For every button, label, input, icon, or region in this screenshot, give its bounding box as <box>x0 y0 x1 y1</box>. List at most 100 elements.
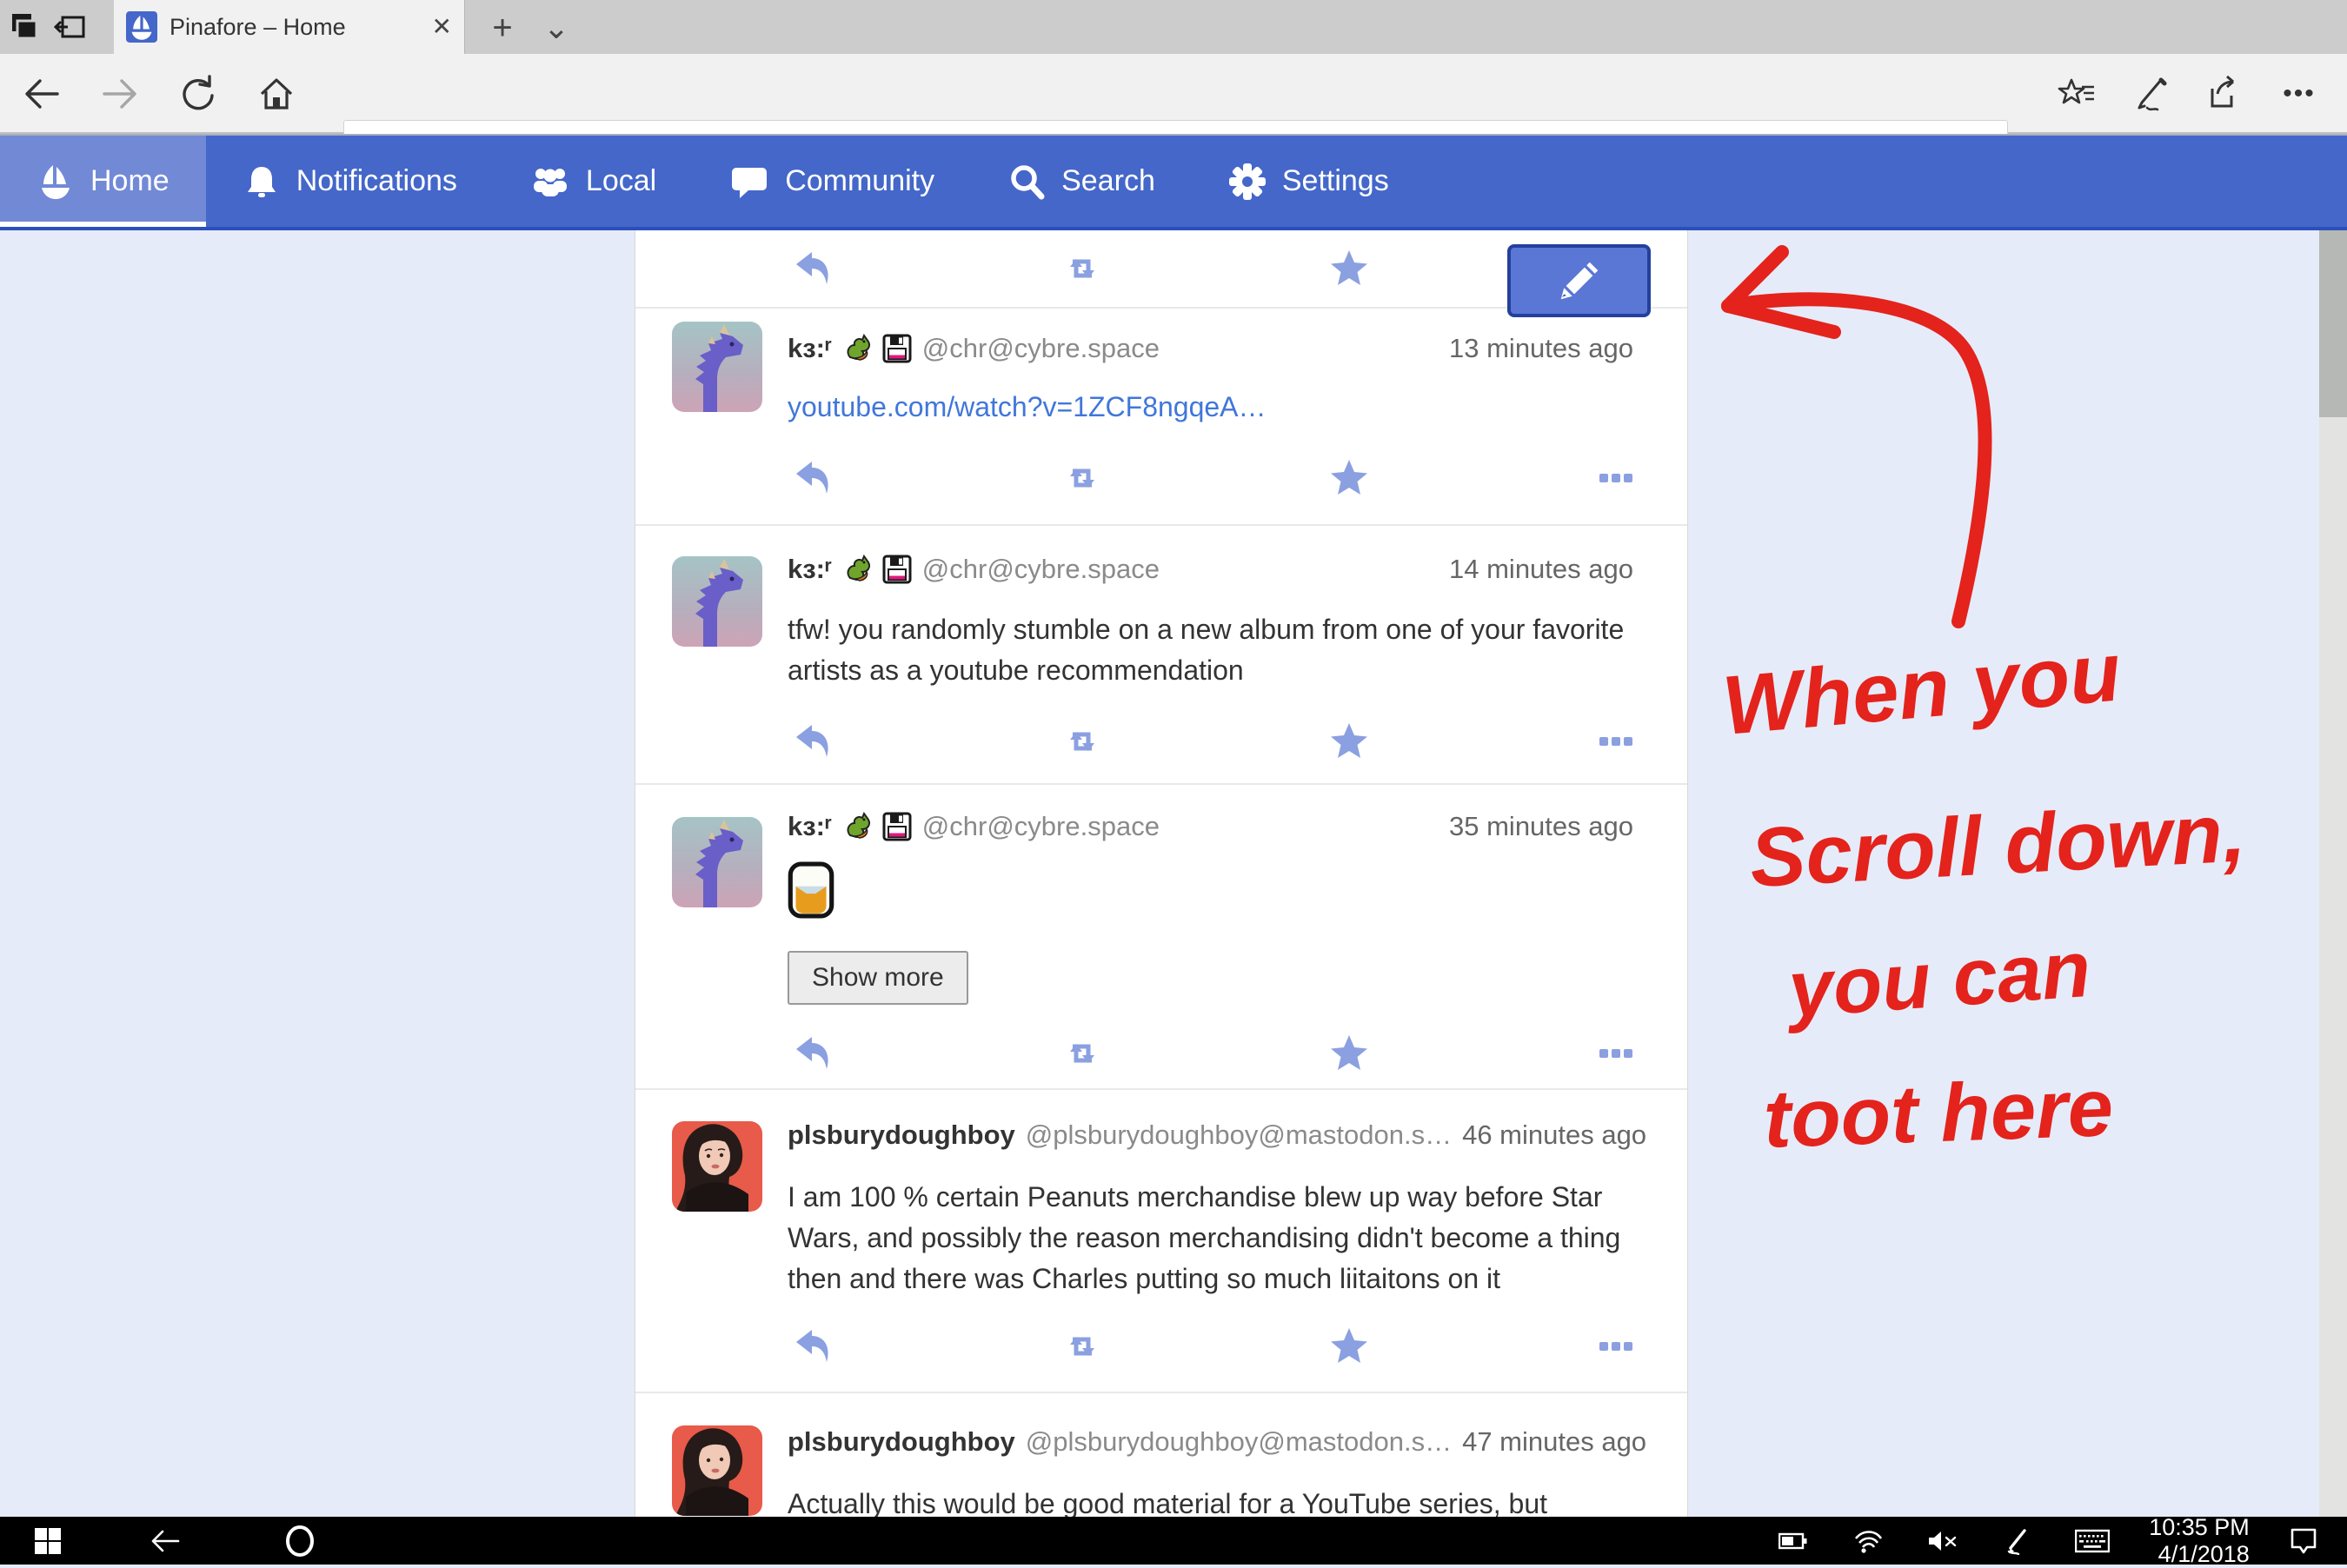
reply-icon[interactable] <box>794 1034 834 1073</box>
settings-and-more-button[interactable]: ••• <box>2273 68 2325 120</box>
back-button[interactable] <box>16 68 68 120</box>
nav-label-search: Search <box>1061 164 1155 198</box>
chevron-down-icon: ⌄ <box>543 12 569 43</box>
web-notes-button[interactable] <box>2125 68 2177 120</box>
chat-bubble-icon <box>729 163 769 201</box>
display-name: kз:ʳ <box>788 554 832 585</box>
avatar[interactable] <box>672 1121 762 1212</box>
favorite-star-icon[interactable] <box>1329 459 1369 497</box>
timestamp[interactable]: 35 minutes ago <box>1449 811 1633 842</box>
timestamp[interactable]: 47 minutes ago <box>1462 1426 1646 1458</box>
avatar[interactable] <box>672 817 762 907</box>
photo-avatar-image <box>672 1121 762 1212</box>
nav-label-settings: Settings <box>1282 164 1389 198</box>
toot-item: kз:ʳ @chr@cybre.space 14 minutes ago tfw… <box>635 524 1687 783</box>
dragon-avatar-image <box>672 556 762 647</box>
timestamp[interactable]: 13 minutes ago <box>1449 333 1633 364</box>
floppy-disk-emoji <box>882 812 912 841</box>
show-more-button[interactable]: Show more <box>788 951 968 1005</box>
page-scrollbar-thumb[interactable] <box>2319 230 2347 417</box>
favorites-hub-button[interactable] <box>2051 68 2104 120</box>
nav-tab-settings[interactable]: Settings <box>1192 136 1426 227</box>
more-options-icon[interactable] <box>1595 1034 1635 1073</box>
reply-icon[interactable] <box>794 459 834 497</box>
favorite-star-icon[interactable] <box>1329 722 1369 761</box>
windows-taskbar: 10:35 PM 4/1/2018 <box>0 1517 2347 1565</box>
boost-icon[interactable] <box>1062 249 1102 288</box>
pinafore-favicon <box>126 11 157 43</box>
account-handle: @chr@cybre.space <box>922 554 1160 585</box>
set-aside-tabs-button[interactable] <box>52 9 90 47</box>
windows-logo-icon <box>33 1526 63 1556</box>
bell-icon <box>243 163 281 201</box>
more-options-icon[interactable] <box>1595 1327 1635 1365</box>
reply-icon[interactable] <box>794 722 834 761</box>
new-tab-button[interactable]: + <box>483 9 522 47</box>
start-button[interactable] <box>0 1517 96 1565</box>
nav-tab-search[interactable]: Search <box>971 136 1192 227</box>
toot-link[interactable]: youtube.com/watch?v=1ZCF8ngqeA… <box>788 391 1267 422</box>
pen-settings-button[interactable] <box>1980 1517 2055 1565</box>
network-status-button[interactable] <box>1831 1517 1905 1565</box>
account-handle: @chr@cybre.space <box>922 811 1160 842</box>
display-name: plsburydoughboy <box>788 1426 1015 1458</box>
plus-icon: + <box>492 10 512 45</box>
keyboard-icon <box>2075 1529 2110 1553</box>
tab-preview-button[interactable] <box>5 9 43 47</box>
page-scrollbar-track[interactable] <box>2319 230 2347 1517</box>
tab-title: Pinafore – Home <box>170 14 420 41</box>
timestamp[interactable]: 46 minutes ago <box>1462 1120 1646 1151</box>
avatar[interactable] <box>672 556 762 647</box>
boost-icon[interactable] <box>1062 459 1102 497</box>
boost-icon[interactable] <box>1062 722 1102 761</box>
pencil-icon <box>1557 258 1602 303</box>
taskbar-date: 4/1/2018 <box>2149 1541 2250 1568</box>
refresh-button[interactable] <box>172 68 224 120</box>
browser-tab-pinafore[interactable]: Pinafore – Home ✕ <box>114 0 465 54</box>
amber-glass-emoji <box>788 861 834 919</box>
reply-icon[interactable] <box>794 1327 834 1365</box>
action-center-button[interactable] <box>2260 1517 2347 1565</box>
share-button[interactable] <box>2197 68 2250 120</box>
favorite-star-icon[interactable] <box>1329 1327 1369 1365</box>
pen-icon <box>2130 73 2173 115</box>
more-options-icon[interactable] <box>1595 459 1635 497</box>
timeline-column: kз:ʳ @chr@cybre.space 13 minutes ago you… <box>635 230 1688 1517</box>
cortana-button[interactable] <box>235 1517 365 1565</box>
wifi-icon <box>1852 1528 1884 1554</box>
floppy-disk-emoji <box>882 555 912 584</box>
boost-icon[interactable] <box>1062 1327 1102 1365</box>
toot-content: Actually this would be good material for… <box>788 1484 1633 1517</box>
toot-content: tfw! you randomly stumble on a new album… <box>788 609 1633 691</box>
toot-item: kз:ʳ @chr@cybre.space 35 minutes ago Sho… <box>635 783 1687 1088</box>
avatar[interactable] <box>672 1425 762 1516</box>
close-tab-icon[interactable]: ✕ <box>432 15 452 39</box>
timestamp[interactable]: 14 minutes ago <box>1449 554 1633 585</box>
nav-tab-home[interactable]: Home <box>0 136 206 227</box>
home-button[interactable] <box>250 68 303 120</box>
avatar[interactable] <box>672 322 762 412</box>
forward-button[interactable] <box>94 68 146 120</box>
floppy-disk-emoji <box>882 334 912 363</box>
touch-keyboard-button[interactable] <box>2055 1517 2130 1565</box>
favorite-star-icon[interactable] <box>1329 249 1369 288</box>
reply-icon[interactable] <box>794 249 834 288</box>
battery-status-button[interactable] <box>1756 1517 1831 1565</box>
boost-icon[interactable] <box>1062 1034 1102 1073</box>
clock-button[interactable]: 10:35 PM 4/1/2018 <box>2130 1517 2260 1565</box>
browser-tab-strip: Pinafore – Home ✕ + ⌄ <box>0 0 2347 54</box>
browser-toolbar: https://dev.pinafore.social/ ••• <box>0 54 2347 134</box>
nav-tab-notifications[interactable]: Notifications <box>206 136 494 227</box>
favorite-star-icon[interactable] <box>1329 1034 1369 1073</box>
tab-list-button[interactable]: ⌄ <box>537 9 575 47</box>
account-handle: @chr@cybre.space <box>922 333 1160 364</box>
cortana-circle-icon <box>283 1524 317 1558</box>
taskbar-back-button[interactable] <box>96 1517 235 1565</box>
people-icon <box>530 163 570 201</box>
nav-tab-local[interactable]: Local <box>494 136 693 227</box>
ellipsis-icon: ••• <box>2283 79 2316 109</box>
compose-toot-button[interactable] <box>1507 244 1651 317</box>
more-options-icon[interactable] <box>1595 722 1635 761</box>
nav-tab-community[interactable]: Community <box>693 136 971 227</box>
volume-button[interactable] <box>1905 1517 1980 1565</box>
